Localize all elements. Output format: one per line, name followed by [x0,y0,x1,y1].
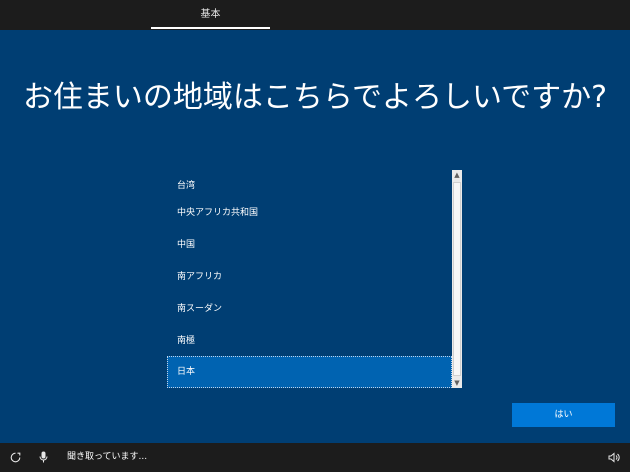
list-item-japan[interactable]: 日本 [167,356,452,388]
top-bar: 基本 [0,0,630,30]
region-list-scrollbar[interactable]: ▲ ▼ [452,170,462,388]
microphone-icon[interactable] [39,443,48,472]
ease-of-access-icon[interactable] [10,443,21,472]
list-item-central-african-republic[interactable]: 中央アフリカ共和国 [167,197,452,229]
tab-active-indicator [151,27,270,29]
yes-button[interactable]: はい [512,403,615,427]
list-item-south-africa[interactable]: 南アフリカ [167,261,452,293]
list-item-south-sudan[interactable]: 南スーダン [167,293,452,325]
volume-icon[interactable] [608,443,620,472]
page-title: お住まいの地域はこちらでよろしいですか? [22,80,608,115]
list-item-china[interactable]: 中国 [167,229,452,261]
listening-status-text: 聞き取っています... [67,452,148,462]
scroll-down-arrow-icon[interactable]: ▼ [452,378,462,388]
list-item-antarctica[interactable]: 南極 [167,325,452,357]
scrollbar-thumb[interactable] [453,182,461,376]
tab-basics[interactable]: 基本 [151,0,270,30]
region-list[interactable]: 台湾 中央アフリカ共和国 中国 南アフリカ 南スーダン 南極 日本 [167,170,463,389]
scroll-up-arrow-icon[interactable]: ▲ [452,170,462,180]
bottom-bar: 聞き取っています... [0,443,630,472]
